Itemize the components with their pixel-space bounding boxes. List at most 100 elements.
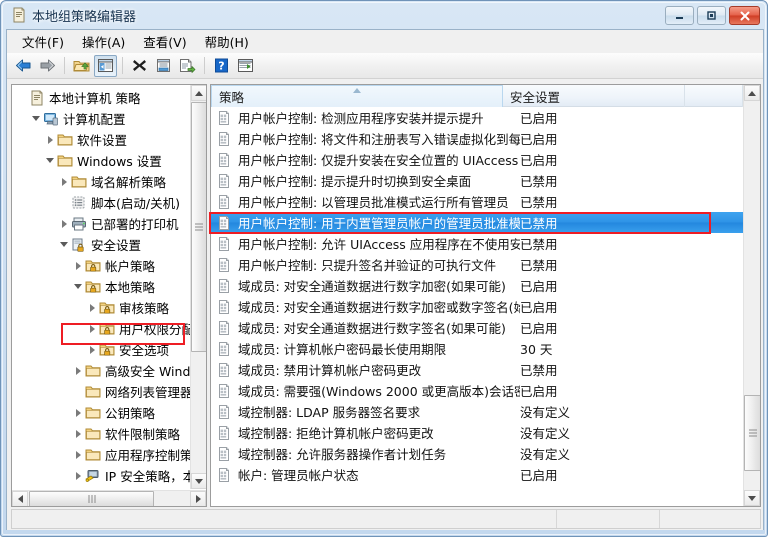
back-button[interactable] [12, 55, 35, 77]
tree-scrollbar-thumb[interactable] [191, 102, 206, 352]
minimize-button[interactable] [665, 6, 694, 25]
expand-arrow-icon[interactable] [72, 469, 85, 482]
policy-item-icon [217, 320, 233, 336]
column-setting[interactable]: 安全设置 [503, 85, 685, 107]
expand-arrow-icon[interactable] [86, 322, 99, 335]
policy-row[interactable]: 帐户: 来宾帐户状态已禁用 [211, 485, 745, 489]
policy-row[interactable]: 域控制器: 拒绝计算机帐户密码更改 没有定义 [211, 422, 745, 443]
policy-row[interactable]: 域成员: 需要强(Windows 2000 或更高版本)会话密钥 已启用 [211, 380, 745, 401]
policy-list[interactable]: 用户帐户控制: 检测应用程序安装并提示提升 已启用 用户帐户控制: 将文件和注册表写… [211, 107, 745, 489]
tree-horizontal-scrollbar[interactable] [12, 490, 206, 506]
tree-scroll-down-button[interactable] [191, 473, 206, 489]
policy-row[interactable]: 域控制器: 允许服务器操作者计划任务 没有定义 [211, 443, 745, 464]
tree-node-network-list-manager[interactable]: 网络列表管理器策略 [12, 381, 191, 402]
client-area: 文件(F) 操作(A) 查看(V) 帮助(H) ? 本地计算机 策略 计算机配置… [6, 29, 764, 530]
policy-row[interactable]: 用户帐户控制: 检测应用程序安装并提示提升 已启用 [211, 107, 745, 128]
delete-button[interactable] [128, 55, 151, 77]
expand-arrow-icon[interactable] [86, 343, 99, 356]
show-hide-tree-button[interactable] [94, 54, 117, 77]
tree-node-label: 本地计算机 策略 [49, 91, 141, 106]
expand-arrow-icon[interactable] [72, 364, 85, 377]
column-policy[interactable]: 策略 [211, 85, 503, 107]
tree-node-deployed-printers[interactable]: 已部署的打印机 [12, 213, 191, 234]
tree-node-software-restriction[interactable]: 软件限制策略 [12, 423, 191, 444]
policy-row[interactable]: 域成员: 对安全通道数据进行数字加密或数字签名(始终) 已启用 [211, 296, 745, 317]
tree-node-local-policies[interactable]: 本地策略 [12, 276, 191, 297]
tree-vertical-scrollbar[interactable] [190, 85, 206, 489]
tree-node-advanced-firewall[interactable]: 高级安全 Windows [12, 360, 191, 381]
tree-node-application-control[interactable]: 应用程序控制策略 [12, 444, 191, 465]
collapse-arrow-icon[interactable] [58, 238, 71, 251]
list-scroll-down-button[interactable] [744, 490, 760, 506]
list-vertical-scrollbar[interactable] [743, 85, 760, 506]
tree-node-local-computer-policy[interactable]: 本地计算机 策略 [12, 87, 191, 108]
properties-button[interactable] [152, 55, 175, 77]
collapse-arrow-icon[interactable] [44, 154, 57, 167]
policy-row[interactable]: 域成员: 对安全通道数据进行数字加密(如果可能) 已启用 [211, 275, 745, 296]
policy-name: 域成员: 对安全通道数据进行数字加密或数字签名(始终) [238, 300, 520, 315]
tree-scroll-left-button[interactable] [12, 491, 28, 506]
column-extra[interactable] [685, 85, 743, 107]
tree-scroll-right-button[interactable] [190, 491, 206, 506]
view-options-button[interactable] [234, 55, 257, 77]
tree-node-scripts[interactable]: 脚本(启动/关机) [12, 192, 191, 213]
folder-icon [57, 153, 74, 169]
tree-node-account-policies[interactable]: 帐户策略 [12, 255, 191, 276]
policy-row[interactable]: 用户帐户控制: 提示提升时切换到安全桌面 已禁用 [211, 170, 745, 191]
tree-node-software-settings[interactable]: 软件设置 [12, 129, 191, 150]
console-tree[interactable]: 本地计算机 策略计算机配置 软件设置 Windows 设置 域名解析策略 脚本(启动/关… [12, 85, 191, 489]
menu-view[interactable]: 查看(V) [134, 29, 195, 54]
expand-arrow-icon[interactable] [86, 301, 99, 314]
policy-setting: 已启用 [520, 279, 558, 294]
forward-button[interactable] [36, 55, 59, 77]
expand-arrow-icon[interactable] [72, 427, 85, 440]
tree-node-computer-configuration[interactable]: 计算机配置 [12, 108, 191, 129]
maximize-button[interactable] [697, 6, 726, 25]
tree-node-audit-policy[interactable]: 审核策略 [12, 297, 191, 318]
tree-node-security-settings[interactable]: 安全设置 [12, 234, 191, 255]
up-folder-button[interactable] [70, 55, 93, 77]
policy-row[interactable]: 用户帐户控制: 将文件和注册表写入错误虚拟化到每用户位置已启用 [211, 128, 745, 149]
tree-node-label: 软件限制策略 [105, 427, 181, 442]
expand-arrow-icon[interactable] [72, 448, 85, 461]
folder-icon [85, 426, 102, 442]
policy-editor-icon [11, 7, 27, 23]
policy-row[interactable]: 域控制器: LDAP 服务器签名要求 没有定义 [211, 401, 745, 422]
tree-node-public-key-policies[interactable]: 公钥策略 [12, 402, 191, 423]
folder-icon [85, 489, 102, 490]
menu-file[interactable]: 文件(F) [13, 29, 73, 54]
policy-item-icon [217, 446, 233, 462]
tree-node-windows-settings[interactable]: Windows 设置 [12, 150, 191, 171]
policy-row[interactable]: 帐户: 管理员帐户状态 已启用 [211, 464, 745, 485]
policy-row[interactable]: 用户帐户控制: 仅提升安装在安全位置的 UIAccess 应用程序已启用 [211, 149, 745, 170]
collapse-arrow-icon[interactable] [72, 280, 85, 293]
menu-help[interactable]: 帮助(H) [196, 29, 258, 54]
policy-row[interactable]: 域成员: 禁用计算机帐户密码更改 已禁用 [211, 359, 745, 380]
collapse-arrow-icon[interactable] [30, 112, 43, 125]
tree-scroll-up-button[interactable] [191, 85, 206, 101]
tree-node-ip-security-policies[interactable]: IP 安全策略，本地 [12, 465, 191, 486]
policy-row[interactable]: 用户帐户控制: 只提升签名并验证的可执行文件 已禁用 [211, 254, 745, 275]
policy-row[interactable]: 域成员: 计算机帐户密码最长使用期限 30 天 [211, 338, 745, 359]
list-scrollbar-thumb[interactable] [744, 395, 760, 471]
tree-node-security-options[interactable]: 安全选项 [12, 339, 191, 360]
tree-hscrollbar-thumb[interactable] [29, 491, 154, 506]
policy-row[interactable]: 用户帐户控制: 用于内置管理员帐户的管理员批准模式 已禁用 [211, 212, 745, 233]
help-button[interactable]: ? [210, 55, 233, 77]
policy-row[interactable]: 用户帐户控制: 以管理员批准模式运行所有管理员 已禁用 [211, 191, 745, 212]
tree-node-user-rights-assignment[interactable]: 用户权限分配 [12, 318, 191, 339]
export-list-button[interactable] [176, 55, 199, 77]
tree-node-advanced-audit-policy[interactable]: 高级审核策略配置 [12, 486, 191, 489]
expand-arrow-icon[interactable] [72, 259, 85, 272]
expand-arrow-icon[interactable] [72, 406, 85, 419]
close-button[interactable] [729, 6, 760, 25]
policy-row[interactable]: 域成员: 对安全通道数据进行数字签名(如果可能) 已启用 [211, 317, 745, 338]
expand-arrow-icon[interactable] [44, 133, 57, 146]
menu-action[interactable]: 操作(A) [73, 29, 134, 54]
expand-arrow-icon[interactable] [58, 175, 71, 188]
tree-node-name-resolution-policy[interactable]: 域名解析策略 [12, 171, 191, 192]
policy-row[interactable]: 用户帐户控制: 允许 UIAccess 应用程序在不使用安全桌面…已禁用 [211, 233, 745, 254]
expand-arrow-icon[interactable] [58, 217, 71, 230]
list-scroll-up-button[interactable] [744, 85, 760, 101]
